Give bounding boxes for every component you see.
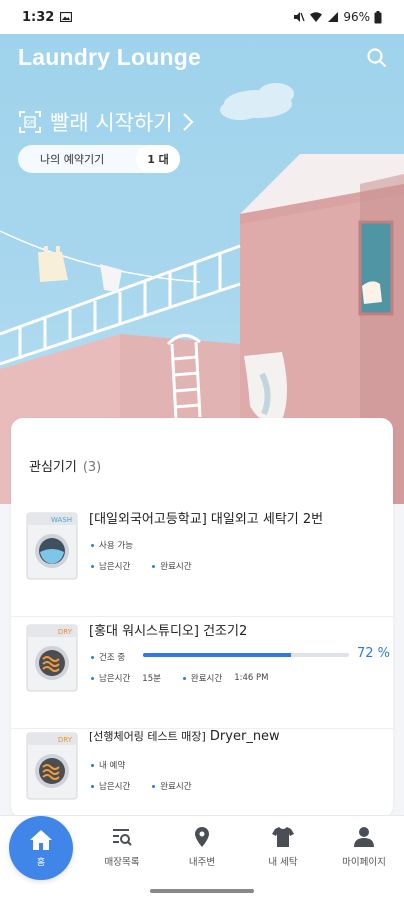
signal-icon	[328, 12, 339, 22]
reservation-count: 1 대	[136, 145, 180, 173]
machine-times: 남은시간 완료시간	[91, 560, 192, 572]
qr-scan-icon: QR	[19, 111, 41, 133]
reservation-label: 나의 예약기기	[40, 153, 105, 166]
location-pin-icon	[195, 827, 209, 847]
machine-badge: WASH	[51, 516, 72, 524]
gallery-notification-icon	[60, 12, 73, 22]
machine-status: 내 예약	[91, 759, 125, 771]
status-dot	[152, 564, 156, 568]
remaining-time-value: 15분	[142, 674, 161, 684]
status-text: 사용 가능	[99, 541, 133, 551]
machine-name: [대일외국어고등학교] 대일외고 세탁기 2번	[89, 512, 324, 527]
end-time-label: 완료시간	[190, 674, 223, 684]
mute-icon	[294, 12, 305, 22]
nav-nearby-label: 내주변	[188, 857, 216, 868]
end-time-label: 완료시간	[160, 782, 192, 792]
nav-home-label: 홈	[36, 857, 46, 868]
chevron-right-icon	[182, 113, 194, 131]
machine-name: [홍대 워시스튜디오] 건조기2	[89, 624, 248, 639]
nav-home[interactable]: 홈	[9, 816, 73, 880]
store-list-icon	[113, 829, 132, 846]
progress-percent: 72 %	[357, 646, 391, 661]
status-bar: 1:32 96%	[0, 0, 404, 34]
machine-status: 건조 중	[91, 651, 125, 663]
status-dot	[182, 676, 186, 680]
nav-my-laundry[interactable]: 내 세탁	[243, 826, 323, 868]
search-button[interactable]	[364, 45, 390, 71]
status-dot	[152, 784, 156, 788]
nav-store-list[interactable]: 매장목록	[82, 826, 162, 868]
favorites-count: (3)	[82, 460, 102, 475]
machine-badge: DRY	[58, 736, 73, 744]
battery-icon	[374, 10, 382, 23]
machine-row[interactable]: DRY [선행체어링 테스트 매장] Dryer_new 내 예약 남은시간 완…	[11, 722, 393, 818]
status-dot	[91, 543, 94, 547]
system-gesture-area	[0, 885, 404, 900]
start-wash-button[interactable]: QR 빨래 시작하기	[18, 107, 195, 137]
status-dot	[91, 564, 94, 568]
machine-status: 사용 가능	[91, 539, 133, 551]
app-title: Laundry Lounge	[18, 44, 201, 70]
person-icon	[354, 827, 374, 847]
end-time-label: 완료시간	[160, 562, 192, 572]
machine-model-name: Dryer_new	[209, 729, 280, 744]
dryer-icon: DRY	[26, 732, 78, 800]
gesture-handle[interactable]	[150, 889, 254, 893]
wifi-icon	[310, 12, 323, 22]
favorites-header: 관심기기 (3)	[29, 456, 101, 475]
machine-row[interactable]: WASH [대일외국어고등학교] 대일외고 세탁기 2번 사용 가능 남은시간 …	[11, 502, 393, 617]
status-text: 내 예약	[99, 761, 126, 771]
start-wash-label: 빨래 시작하기	[50, 111, 173, 135]
remaining-time-label: 남은시간	[99, 782, 131, 792]
status-dot	[91, 655, 94, 659]
dryer-icon: DRY	[26, 624, 78, 692]
machine-store-name: [선행체어링 테스트 매장]	[89, 730, 206, 743]
nav-my-page[interactable]: 마이페이지	[324, 826, 404, 868]
status-dot	[91, 763, 94, 767]
bottom-navigation: 홈 매장목록 내주변 내 세탁 마이페이지	[0, 815, 404, 885]
machine-row[interactable]: DRY [홍대 워시스튜디오] 건조기2 건조 중 72 % 남은시간 15분 …	[11, 614, 393, 729]
favorite-machines-card: 관심기기 (3) WASH [대일외국어고등학교] 대일외고 세탁기 2번 사용 …	[11, 418, 393, 818]
end-time-value: 1:46 PM	[234, 673, 269, 683]
home-icon	[30, 829, 52, 850]
favorites-title: 관심기기	[29, 460, 77, 475]
shirt-icon	[272, 827, 294, 847]
washer-icon: WASH	[26, 512, 78, 580]
svg-text:QR: QR	[26, 120, 35, 127]
remaining-time-label: 남은시간	[99, 674, 131, 684]
status-time: 1:32	[22, 9, 55, 25]
machine-times: 남은시간 완료시간	[91, 780, 192, 792]
nav-nearby[interactable]: 내주변	[162, 826, 242, 868]
battery-percent: 96%	[343, 10, 370, 24]
search-icon	[367, 48, 387, 68]
nav-my-laundry-label: 내 세탁	[268, 857, 298, 868]
status-text: 건조 중	[99, 653, 126, 663]
machine-times: 남은시간 15분 완료시간 1:46 PM	[91, 672, 268, 684]
machine-name: [선행체어링 테스트 매장] Dryer_new	[89, 728, 280, 744]
status-dot	[91, 676, 94, 680]
progress-fill	[143, 653, 292, 657]
nav-my-page-label: 마이페이지	[342, 857, 386, 868]
machine-badge: DRY	[58, 628, 73, 636]
remaining-time-label: 남은시간	[99, 562, 131, 572]
nav-store-list-label: 매장목록	[104, 857, 140, 868]
status-dot	[91, 784, 94, 788]
progress-bar	[143, 653, 349, 657]
my-reservation-pill[interactable]: 나의 예약기기 1 대	[18, 145, 180, 173]
